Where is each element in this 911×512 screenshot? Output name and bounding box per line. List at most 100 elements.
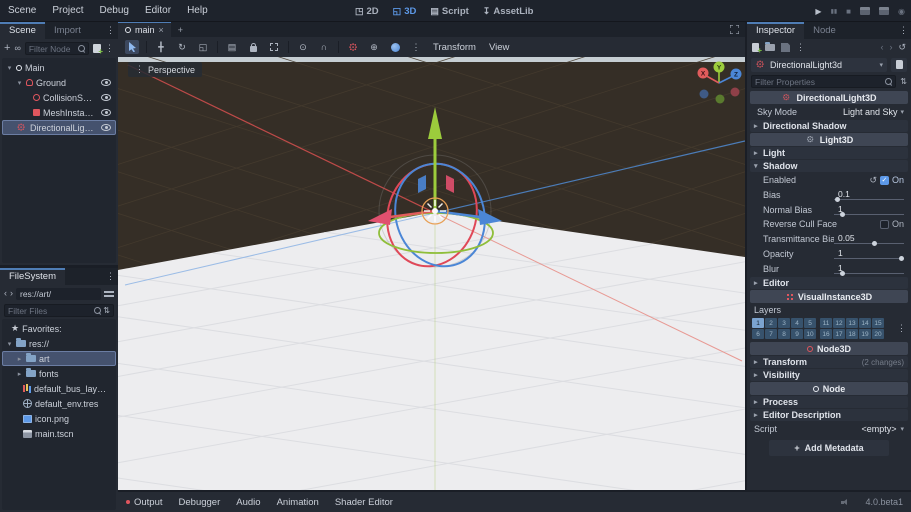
tree-row-ground[interactable]: ▾ Ground [2, 75, 116, 90]
fold-directional-shadow[interactable]: ▸Directional Shadow [750, 120, 908, 132]
fold-editor[interactable]: ▸Editor [750, 277, 908, 289]
stop-button[interactable]: ■ [846, 7, 851, 16]
select-tool-button[interactable] [125, 40, 139, 54]
move-tool-button[interactable]: ╋ [154, 40, 168, 54]
property-tools-icon[interactable]: ⇅ [900, 78, 907, 86]
fold-process[interactable]: ▸Process [750, 396, 908, 408]
tab-scene[interactable]: Scene [0, 22, 45, 39]
layer-cell[interactable]: 14 [859, 318, 871, 328]
nav-back-icon[interactable]: ‹ [4, 289, 7, 298]
layer-cell[interactable]: 17 [833, 329, 845, 339]
layer-cell[interactable]: 1 [752, 318, 764, 328]
menu-scene[interactable]: Scene [0, 0, 44, 21]
bias-slider[interactable]: 0.1 [834, 189, 904, 201]
new-scene-tab-button[interactable]: + [171, 22, 190, 37]
history-back-icon[interactable]: ‹ [880, 43, 883, 52]
animation-tab[interactable]: Animation [277, 497, 319, 508]
fold-visibility[interactable]: ▸Visibility [750, 369, 908, 381]
object-selector-dropdown[interactable]: DirectionalLight3d ▾ [751, 58, 887, 72]
resource-menu-icon[interactable]: ⋮ [796, 43, 805, 52]
perspective-button[interactable]: ⋮ Perspective [128, 62, 202, 77]
layer-cell[interactable]: 6 [752, 329, 764, 339]
filter-properties-input[interactable] [755, 77, 883, 87]
list-select-button[interactable]: ▤ [225, 40, 239, 54]
view-menu[interactable]: View [486, 42, 512, 53]
pause-button[interactable]: ▮▮ [831, 8, 838, 15]
transform-menu[interactable]: Transform [430, 42, 479, 53]
mute-icon[interactable] [841, 498, 849, 506]
workspace-script-button[interactable]: ▤Script [430, 6, 468, 17]
fold-shadow[interactable]: ▾Shadow [750, 160, 908, 172]
nav-forward-icon[interactable]: › [10, 289, 13, 298]
tab-node[interactable]: Node [804, 22, 845, 39]
filter-files-input[interactable] [8, 306, 92, 316]
preview-environment-button[interactable]: ⊕ [367, 40, 381, 54]
group-selected-button[interactable] [267, 40, 281, 54]
current-path[interactable]: res://art/ [16, 288, 101, 300]
layer-cell[interactable]: 2 [765, 318, 777, 328]
scene-tree-menu-icon[interactable]: ⋮ [105, 44, 114, 53]
tab-filesystem[interactable]: FileSystem [0, 268, 65, 285]
blur-slider[interactable]: 1 [834, 263, 904, 275]
audio-tab[interactable]: Audio [236, 497, 260, 508]
split-mode-icon[interactable] [104, 290, 114, 298]
play-custom-scene-button[interactable] [879, 7, 889, 15]
fs-row-bus-layout[interactable]: default_bus_layout.tres [2, 381, 116, 396]
inspector-dock-menu-icon[interactable]: ⋮ [899, 26, 911, 35]
sort-icon[interactable]: ⇅ [103, 307, 110, 315]
layer-cell[interactable]: 20 [872, 329, 884, 339]
dock-menu-icon[interactable]: ⋮ [106, 26, 118, 35]
tab-import[interactable]: Import [45, 22, 90, 39]
revert-icon[interactable]: ↺ [869, 176, 877, 185]
layer-cell[interactable]: 4 [791, 318, 803, 328]
preview-sun-button[interactable] [346, 40, 360, 54]
history-icon[interactable]: ↺ [898, 43, 906, 52]
property-script[interactable]: Script <empty>▾ [747, 422, 911, 436]
snap-button[interactable]: ∩ [317, 40, 331, 54]
menu-project[interactable]: Project [44, 0, 91, 21]
add-node-button[interactable]: + [4, 43, 10, 54]
menu-help[interactable]: Help [179, 0, 216, 21]
normal-bias-slider[interactable]: 1 [834, 204, 904, 216]
fold-transform[interactable]: ▸Transform (2 changes) [750, 356, 908, 368]
tree-row-meshinstance[interactable]: MeshInstance3d [2, 105, 116, 120]
filter-node-input[interactable] [29, 44, 76, 54]
visibility-eye-icon[interactable] [101, 124, 111, 131]
history-forward-icon[interactable]: › [889, 43, 892, 52]
movie-mode-button[interactable]: ◉ [898, 7, 905, 16]
fold-light[interactable]: ▸Light [750, 147, 908, 159]
menu-editor[interactable]: Editor [137, 0, 179, 21]
camera-preview-button[interactable] [388, 40, 402, 54]
instance-scene-button[interactable]: ∞ [14, 44, 20, 53]
fs-row-default-env[interactable]: default_env.tres [2, 396, 116, 411]
debugger-tab[interactable]: Debugger [179, 497, 221, 508]
3d-viewport[interactable]: X Y Z ⋮ Perspective [118, 57, 745, 490]
workspace-assetlib-button[interactable]: ↧AssetLib [483, 6, 534, 17]
local-space-button[interactable]: ⊙ [296, 40, 310, 54]
menu-debug[interactable]: Debug [91, 0, 136, 21]
layer-cell[interactable]: 11 [820, 318, 832, 328]
layer-cell[interactable]: 15 [872, 318, 884, 328]
layer-cell[interactable]: 9 [791, 329, 803, 339]
layer-cell[interactable]: 18 [846, 329, 858, 339]
layer-cell[interactable]: 13 [846, 318, 858, 328]
load-resource-icon[interactable] [765, 44, 775, 51]
lock-selected-button[interactable] [246, 40, 260, 54]
filesystem-menu-icon[interactable]: ⋮ [106, 272, 118, 281]
layer-cell[interactable]: 19 [859, 329, 871, 339]
visibility-eye-icon[interactable] [101, 94, 111, 101]
layer-cell[interactable]: 8 [778, 329, 790, 339]
output-tab[interactable]: Output [126, 497, 163, 508]
layer-cell[interactable]: 7 [765, 329, 777, 339]
play-button[interactable]: ▶ [815, 7, 821, 16]
scene-tab-main[interactable]: main × [118, 22, 171, 37]
fs-row-fonts[interactable]: ▸ fonts [2, 366, 116, 381]
layer-cell[interactable]: 10 [804, 329, 816, 339]
fold-editor-description[interactable]: ▸Editor Description [750, 409, 908, 421]
distraction-free-icon[interactable] [724, 22, 745, 37]
add-metadata-button[interactable]: + Add Metadata [769, 440, 889, 456]
scale-tool-button[interactable]: ◱ [196, 40, 210, 54]
close-tab-icon[interactable]: × [159, 25, 164, 35]
tree-row-collisionshape[interactable]: CollisionShape3d [2, 90, 116, 105]
rotate-tool-button[interactable]: ↻ [175, 40, 189, 54]
